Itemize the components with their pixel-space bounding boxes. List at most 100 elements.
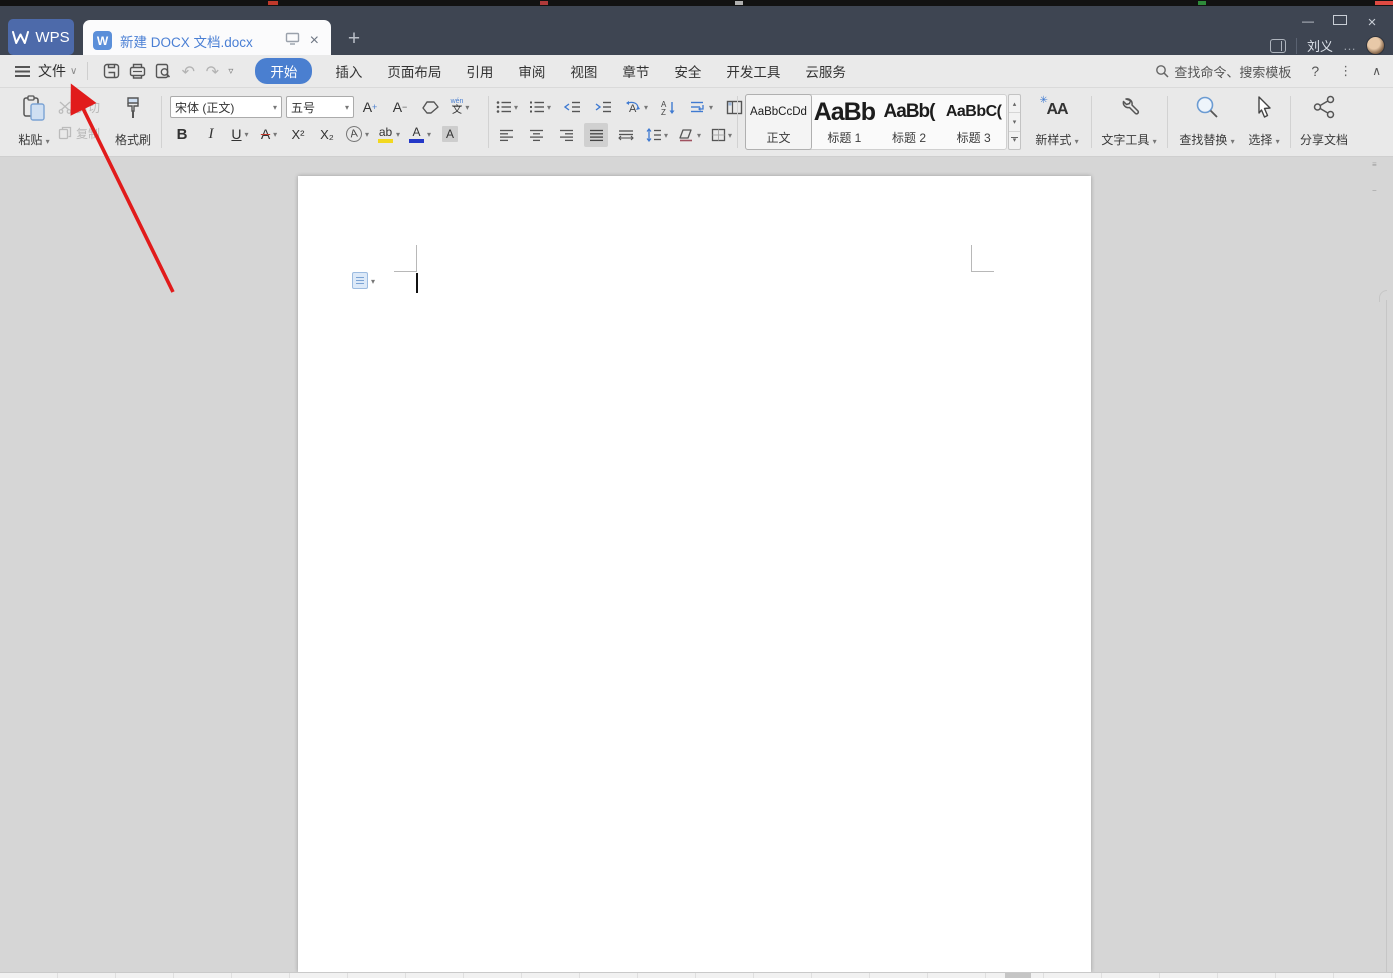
shading-button[interactable]: ▾ xyxy=(676,123,703,147)
minimize-button[interactable]: — xyxy=(1301,14,1315,31)
clear-formatting-button[interactable] xyxy=(418,95,442,119)
text-tool-button[interactable]: 文字工具 ▾ xyxy=(1097,92,1161,152)
tab-review[interactable]: 审阅 xyxy=(516,58,547,84)
subscript-button[interactable]: X₂ xyxy=(315,122,339,146)
font-color-button[interactable]: A ▾ xyxy=(407,122,433,146)
gallery-scroll-down-icon[interactable]: ▾ xyxy=(1009,113,1020,132)
pinyin-guide-button[interactable]: wén 文 ▾ xyxy=(448,95,472,119)
line-spacing-button[interactable]: ▾ xyxy=(644,123,670,147)
wps-home-tab[interactable]: WPS xyxy=(8,19,74,55)
hamburger-icon[interactable] xyxy=(15,65,30,77)
monitor-icon[interactable] xyxy=(285,32,300,50)
paste-options-button[interactable]: ▾ xyxy=(352,272,375,289)
document-area[interactable]: ▾ xyxy=(0,157,1393,972)
bullet-list-button[interactable]: ▾ xyxy=(494,95,520,119)
align-center-button[interactable] xyxy=(524,123,548,147)
find-replace-button[interactable]: 查找替换 ▾ xyxy=(1173,92,1241,152)
increase-font-button[interactable]: A + xyxy=(358,95,382,119)
superscript-button[interactable]: X² xyxy=(286,122,310,146)
quick-access-dropdown-icon[interactable]: ▿ xyxy=(228,66,233,77)
copy-button[interactable]: 复制 xyxy=(58,122,114,144)
close-button[interactable]: × xyxy=(1365,14,1379,31)
select-button[interactable]: 选择 ▾ xyxy=(1241,92,1287,152)
font-family-value: 宋体 (正文) xyxy=(175,100,235,115)
tab-security[interactable]: 安全 xyxy=(672,58,703,84)
tab-developer-tools[interactable]: 开发工具 xyxy=(724,58,782,84)
print-preview-button[interactable] xyxy=(150,60,176,82)
increase-indent-button[interactable] xyxy=(591,95,615,119)
maximize-button[interactable] xyxy=(1333,14,1347,31)
more-options-icon[interactable]: ⋮ xyxy=(1339,63,1352,79)
tab-references[interactable]: 引用 xyxy=(464,58,495,84)
style-heading2[interactable]: AaBb( 标题 2 xyxy=(877,95,942,149)
style-label: 正文 xyxy=(766,131,791,145)
style-heading1[interactable]: AaBb 标题 1 xyxy=(812,95,877,149)
tab-cloud-services[interactable]: 云服务 xyxy=(803,58,848,84)
save-button[interactable] xyxy=(98,60,124,82)
document-page[interactable]: ▾ xyxy=(298,176,1091,972)
tab-insert[interactable]: 插入 xyxy=(333,58,364,84)
font-size-select[interactable]: 五号 ▾ xyxy=(286,96,354,118)
italic-button[interactable]: I xyxy=(199,122,223,146)
style-normal[interactable]: AaBbCcDd 正文 xyxy=(745,94,812,150)
user-more-icon[interactable]: … xyxy=(1343,38,1356,53)
sidebar-toggle-icon[interactable] xyxy=(1269,38,1286,53)
insert-frame-button[interactable] xyxy=(722,95,746,119)
underline-button[interactable]: U ▾ xyxy=(228,122,252,146)
highlight-color-button[interactable]: ab ▾ xyxy=(376,122,402,146)
format-painter-label: 格式刷 xyxy=(114,133,151,147)
redo-button[interactable]: ↷ xyxy=(200,62,224,81)
print-preview-icon xyxy=(155,63,170,79)
style-heading3[interactable]: AaBbC( 标题 3 xyxy=(941,95,1006,149)
help-button[interactable]: ? xyxy=(1311,63,1319,79)
justify-button[interactable] xyxy=(584,123,608,147)
decrease-indent-button[interactable] xyxy=(560,95,584,119)
font-family-select[interactable]: 宋体 (正文) ▾ xyxy=(170,96,282,118)
align-right-button[interactable] xyxy=(554,123,578,147)
numbered-list-icon xyxy=(530,101,545,113)
strikethrough-button[interactable]: A ▾ xyxy=(257,122,281,146)
sort-button[interactable]: A Z xyxy=(657,95,681,119)
tab-page-layout[interactable]: 页面布局 xyxy=(385,58,443,84)
scrollbar-top-marks[interactable]: − xyxy=(1372,186,1377,195)
numbered-list-button[interactable]: ▾ xyxy=(527,95,553,119)
user-name[interactable]: 刘义 xyxy=(1307,36,1333,55)
print-button[interactable] xyxy=(124,60,150,82)
tab-view[interactable]: 视图 xyxy=(568,58,599,84)
character-shading-button[interactable]: A xyxy=(438,122,462,146)
document-tab-close-icon[interactable]: × xyxy=(308,32,321,49)
text-tool-label: 文字工具 ▾ xyxy=(1101,133,1157,147)
share-document-button[interactable]: 分享文档 xyxy=(1294,92,1354,152)
scrollbar-top-marks[interactable]: ≡ xyxy=(1372,160,1377,169)
format-painter-icon xyxy=(127,97,139,118)
new-style-label: 新样式 ▾ xyxy=(1035,133,1079,147)
gallery-scroll-up-icon[interactable]: ▴ xyxy=(1009,95,1020,114)
paste-button[interactable]: 粘贴 ▾ xyxy=(12,92,56,152)
text-direction-button[interactable]: A ▾ xyxy=(622,95,650,119)
tab-section[interactable]: 章节 xyxy=(620,58,651,84)
new-style-button[interactable]: ✳ AA 新样式 ▾ xyxy=(1028,92,1086,152)
decrease-font-button[interactable]: A − xyxy=(388,95,412,119)
collapse-ribbon-icon[interactable]: ∧ xyxy=(1372,64,1381,78)
format-painter-button[interactable]: 格式刷 xyxy=(110,92,156,152)
user-avatar[interactable] xyxy=(1366,36,1385,55)
file-menu-button[interactable]: 文件 xyxy=(38,61,66,81)
borders-button[interactable]: ▾ xyxy=(709,123,734,147)
background-close-button[interactable] xyxy=(1375,1,1393,5)
align-left-button[interactable] xyxy=(494,123,518,147)
undo-button[interactable]: ↶ xyxy=(176,62,200,81)
horizontal-scrollbar-thumb[interactable] xyxy=(1005,973,1031,978)
chevron-down-icon[interactable]: ∨ xyxy=(70,66,77,77)
distribute-button[interactable] xyxy=(614,123,638,147)
text-effects-button[interactable]: A ▾ xyxy=(344,122,371,146)
wps-writer-window: WPS W 新建 DOCX 文档.docx × + — × 刘义 … 文件 ∨ xyxy=(0,0,1393,978)
tab-home[interactable]: 开始 xyxy=(255,58,313,84)
new-tab-button[interactable]: + xyxy=(341,26,367,52)
cut-button[interactable]: 剪切 xyxy=(58,96,114,118)
bold-button[interactable]: B xyxy=(170,122,194,146)
command-search-box[interactable]: 查找命令、搜索模板 xyxy=(1155,62,1291,81)
style-label: 标题 3 xyxy=(956,131,991,145)
paragraph-layout-button[interactable]: ▾ xyxy=(688,95,715,119)
decrease-indent-icon xyxy=(563,101,580,113)
gallery-more-icon[interactable]: ▾ xyxy=(1009,132,1020,149)
